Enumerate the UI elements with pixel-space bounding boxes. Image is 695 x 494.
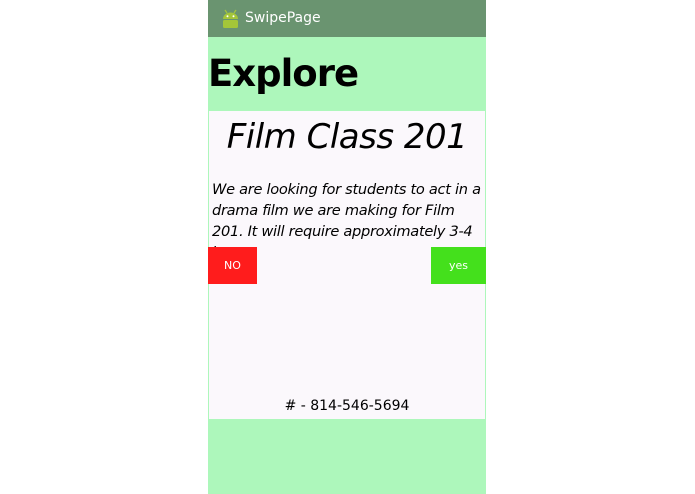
yes-button[interactable]: yes — [431, 247, 486, 284]
contact-phone: # - 814-546-5694 — [284, 398, 410, 414]
app-title: SwipePage — [245, 10, 321, 26]
listing-card[interactable]: Film Class 201 We are looking for studen… — [208, 111, 486, 419]
android-robot-icon — [223, 9, 238, 28]
phone-screen: SwipePage Explore Film Class 201 We are … — [208, 0, 486, 494]
card-title: Film Class 201 — [226, 117, 468, 157]
no-button[interactable]: NO — [208, 247, 257, 284]
action-bar: SwipePage — [208, 0, 486, 37]
page-title: Explore — [208, 52, 359, 95]
